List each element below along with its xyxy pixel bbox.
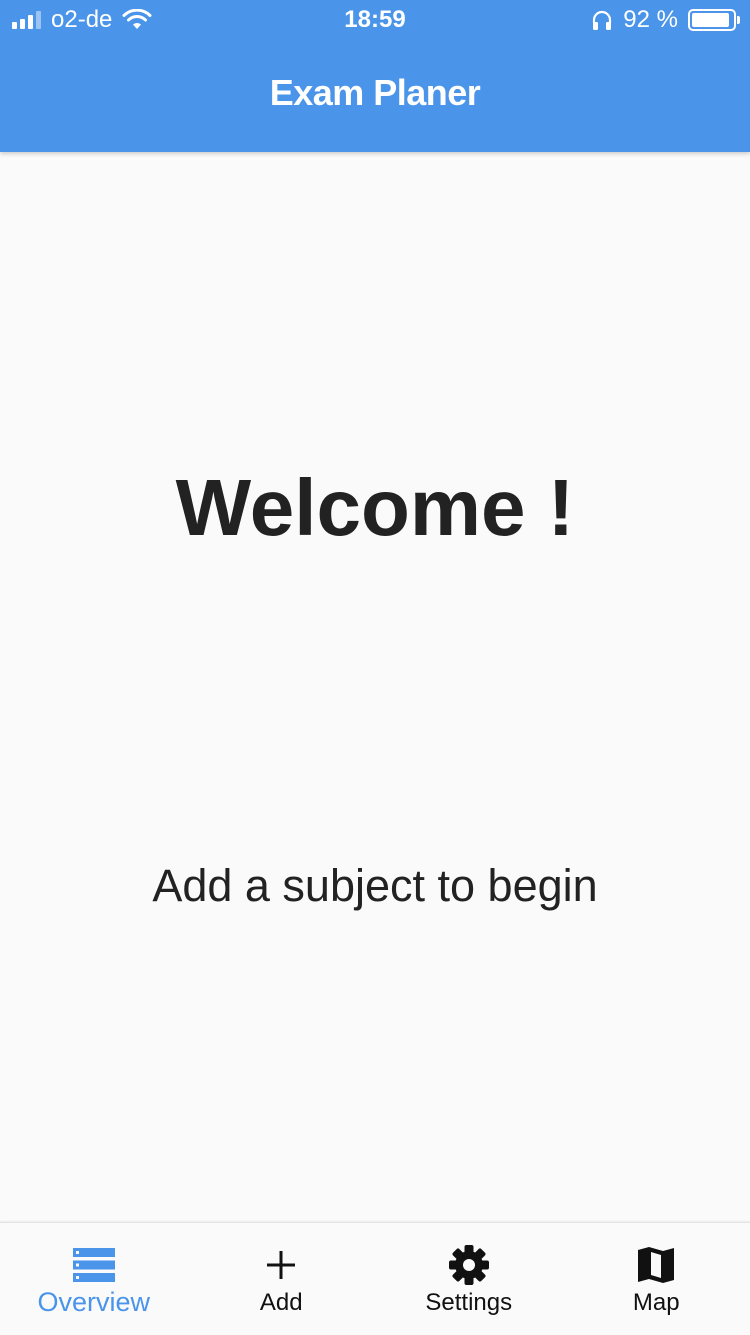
empty-state-hint: Add a subject to begin — [0, 860, 750, 912]
welcome-heading: Welcome ! — [0, 462, 750, 554]
app-bar: o2-de 18:59 92 % Exam Planer — [0, 0, 750, 152]
headphones-icon — [591, 9, 613, 31]
nav-label-overview: Overview — [0, 1287, 188, 1318]
nav-label-map: Map — [563, 1289, 750, 1317]
nav-item-add[interactable]: Add — [188, 1223, 376, 1335]
battery-icon — [688, 9, 736, 31]
nav-item-overview[interactable]: Overview — [0, 1223, 188, 1335]
main-content: Welcome ! Add a subject to begin — [0, 152, 750, 1222]
gear-icon — [447, 1243, 491, 1287]
map-icon — [634, 1243, 678, 1287]
battery-percent: 92 % — [623, 0, 678, 40]
nav-label-settings: Settings — [375, 1289, 563, 1317]
list-icon — [72, 1243, 116, 1287]
page-title: Exam Planer — [0, 72, 750, 114]
nav-item-settings[interactable]: Settings — [375, 1223, 563, 1335]
status-right: 92 % — [591, 0, 736, 40]
nav-item-map[interactable]: Map — [563, 1223, 750, 1335]
bottom-navigation: Overview Add Settings — [0, 1222, 750, 1335]
battery-fill — [692, 13, 729, 27]
plus-icon — [259, 1243, 303, 1287]
status-bar: o2-de 18:59 92 % — [0, 0, 750, 40]
nav-label-add: Add — [188, 1289, 376, 1317]
